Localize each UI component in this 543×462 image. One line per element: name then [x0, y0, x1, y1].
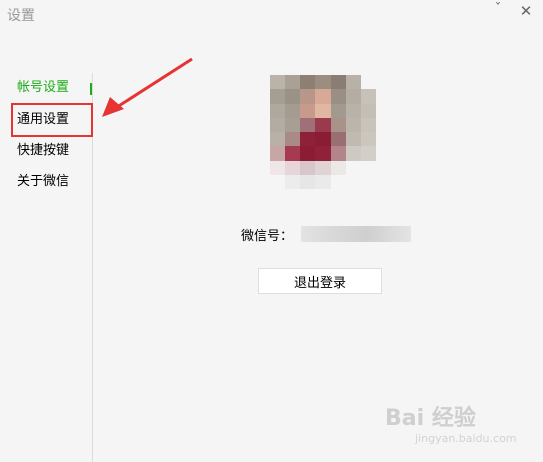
sidebar-item-account[interactable]: 帐号设置 — [17, 78, 69, 98]
logout-button[interactable]: 退出登录 — [258, 268, 382, 294]
window-title: 设置 — [7, 8, 35, 24]
baidu-watermark-url: jingyan.baidu.com — [415, 432, 517, 445]
active-indicator — [90, 83, 92, 95]
sidebar-item-shortcuts[interactable]: 快捷按键 — [17, 141, 69, 161]
baidu-watermark-logo: Bai 经验 — [385, 406, 476, 431]
settings-window: 设置 ˇ ✕ 帐号设置 通用设置 快捷按键 关于微信 微信号： 退出登录 Bai… — [0, 0, 543, 462]
avatar[interactable] — [270, 75, 376, 189]
minimize-icon[interactable]: ˇ — [486, 0, 510, 20]
annotation-highlight-box — [11, 103, 93, 137]
wechat-id-row: 微信号： — [241, 224, 412, 244]
wechat-id-value-blurred — [301, 226, 412, 242]
annotation-arrow-icon — [102, 57, 193, 117]
wechat-id-label: 微信号： — [241, 228, 294, 244]
sidebar-item-about[interactable]: 关于微信 — [17, 172, 69, 192]
close-icon[interactable]: ✕ — [514, 0, 538, 22]
